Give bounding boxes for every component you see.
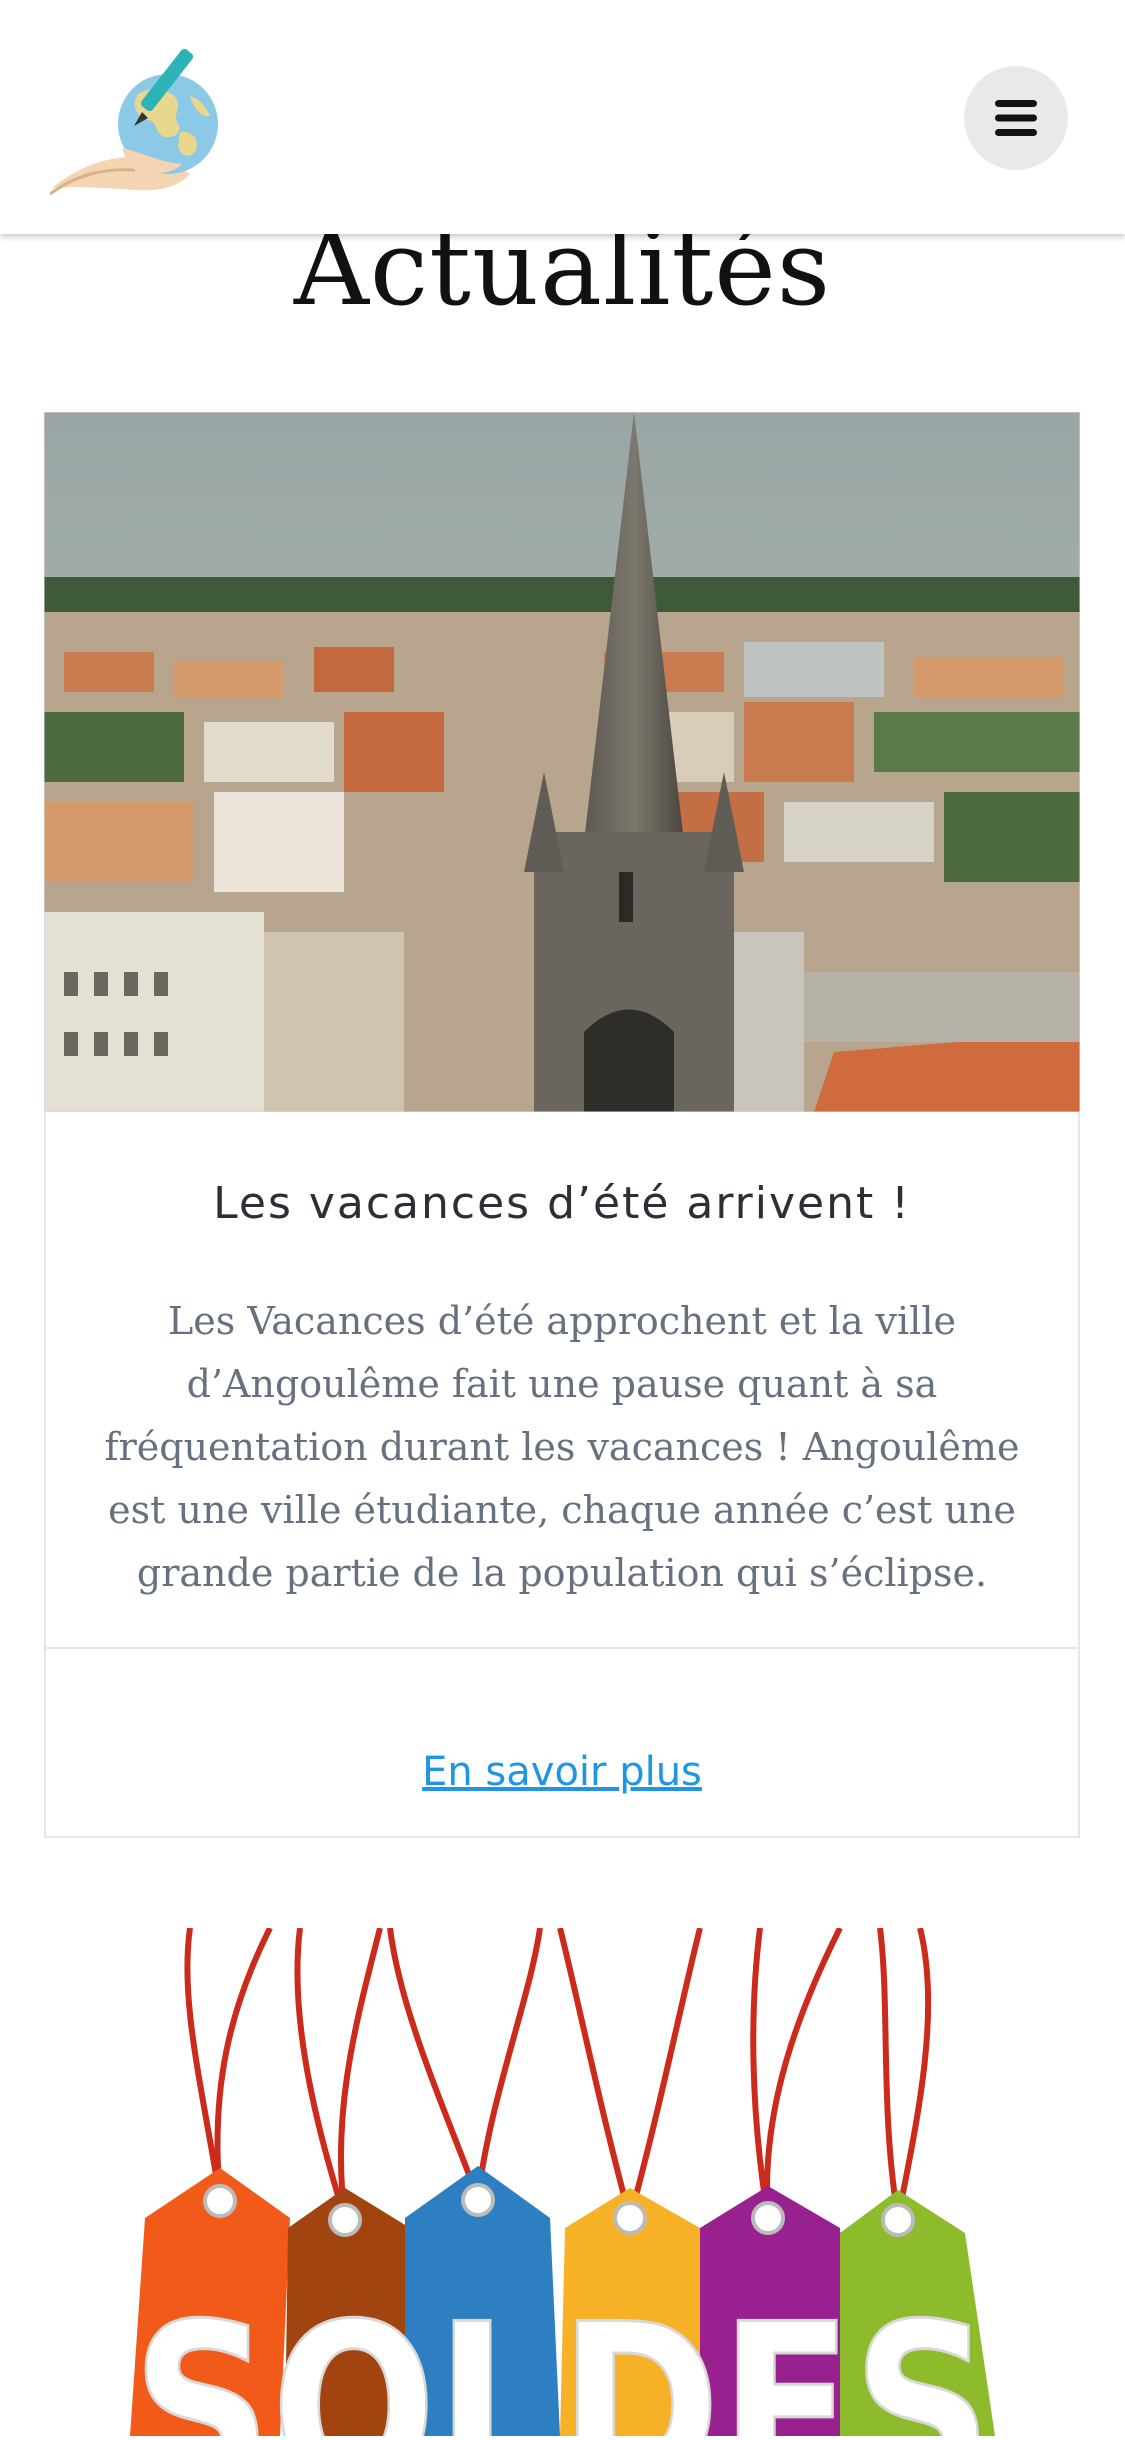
soldes-price-tags-image[interactable]: SOLDES bbox=[60, 1926, 1065, 2440]
soldes-image-text: SOLDES bbox=[132, 2276, 992, 2436]
article-title: Les vacances d’été arrivent ! bbox=[213, 1178, 911, 1229]
article-excerpt: Les Vacances d’été approchent et la vill… bbox=[104, 1299, 1020, 1595]
globe-in-hand-with-pen-icon bbox=[49, 48, 218, 196]
church-spire-city-photo[interactable] bbox=[44, 412, 1080, 1112]
menu-button[interactable] bbox=[964, 66, 1068, 170]
site-header bbox=[0, 0, 1125, 234]
hamburger-menu-icon bbox=[995, 100, 1037, 136]
news-card: Les vacances d’été arrivent ! Les Vacanc… bbox=[44, 412, 1080, 1838]
site-logo[interactable] bbox=[49, 36, 235, 196]
card-divider bbox=[46, 1647, 1078, 1649]
read-more-link[interactable]: En savoir plus bbox=[46, 1744, 1078, 1800]
